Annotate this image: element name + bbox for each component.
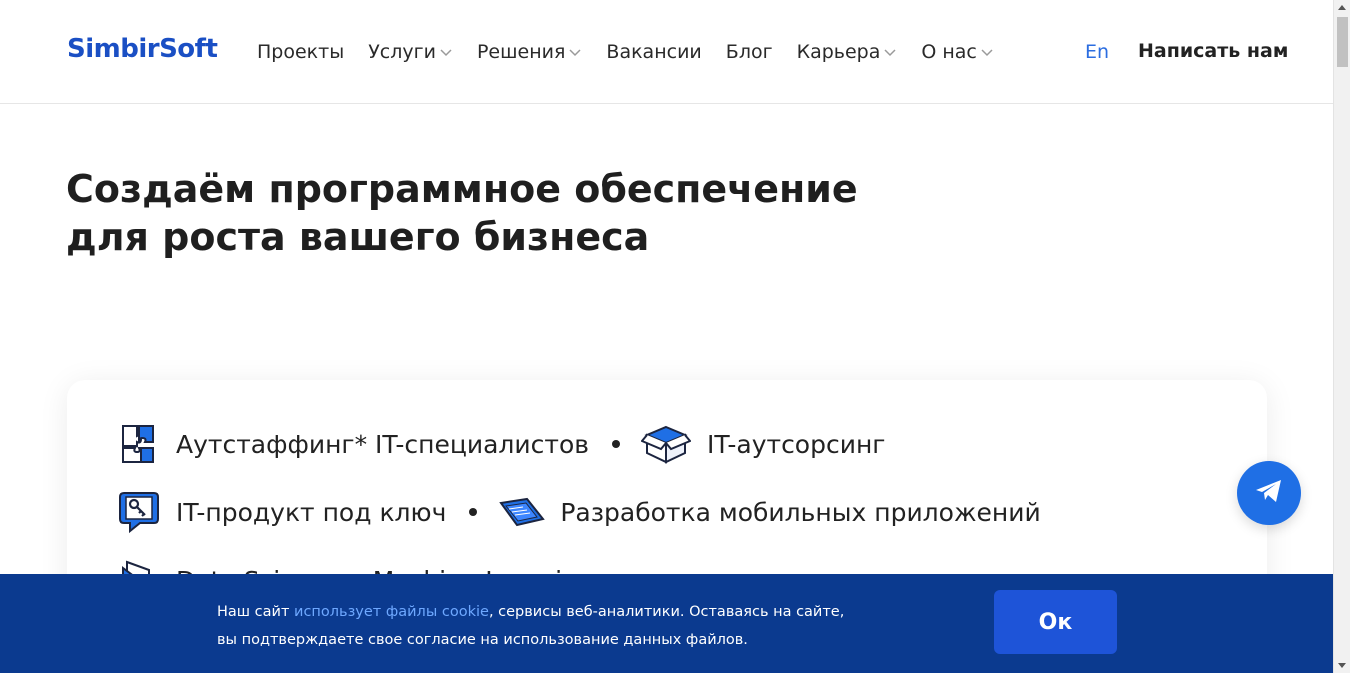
service-label: Разработка мобильных приложений: [560, 497, 1041, 527]
nav-item-label: О нас: [921, 41, 977, 63]
nav-item-about[interactable]: О нас: [921, 41, 994, 63]
scroll-down-arrow-icon[interactable]: [1338, 663, 1346, 668]
nav-item-label: Блог: [725, 41, 773, 63]
nav-item-solutions[interactable]: Решения: [477, 41, 582, 63]
nav-item-career[interactable]: Карьера: [797, 41, 898, 63]
nav-item-label: Вакансии: [606, 41, 702, 63]
cookie-text: Наш сайт использует файлы cookie, сервис…: [217, 598, 917, 654]
nav-item-label: Карьера: [796, 41, 881, 63]
nav-item-label: Проекты: [257, 41, 345, 63]
service-mobile-dev[interactable]: Разработка мобильных приложений: [497, 490, 1041, 534]
contact-us-link[interactable]: Написать нам: [1138, 40, 1288, 62]
cookie-text-end: , сервисы веб-аналитики. Оставаясь на са…: [488, 604, 845, 620]
hero-title-line: Создаём программное обеспечение: [66, 167, 858, 211]
logo[interactable]: SimbirSoft: [67, 34, 218, 64]
cookie-ok-button[interactable]: Ок: [994, 590, 1117, 654]
service-outstaffing[interactable]: Аутстаффинг* IT-специалистов: [117, 422, 589, 466]
nav-item-label: Решения: [476, 41, 566, 63]
phone-icon: [497, 490, 546, 534]
nav-item-services[interactable]: Услуги: [368, 41, 453, 63]
cookie-text-line: вы подтверждаете свое согласие на исполь…: [217, 632, 748, 648]
service-label: IT-продукт под ключ: [176, 497, 447, 527]
telegram-button[interactable]: [1237, 461, 1301, 525]
scrollbar-thumb[interactable]: [1337, 17, 1348, 67]
hero-title-line: для роста вашего бизнеса: [66, 215, 650, 259]
box-icon: [640, 422, 692, 466]
cookie-text-line: Наш сайт использует файлы cookie, сервис…: [217, 598, 917, 626]
service-label: Аутстаффинг* IT-специалистов: [176, 429, 590, 459]
chevron-down-icon: [883, 45, 897, 59]
nav-item-label: Услуги: [368, 41, 436, 63]
service-label: IT-аутсорсинг: [707, 429, 886, 459]
chevron-down-icon: [980, 45, 994, 59]
main-nav: Проекты Услуги Решения Вакансии Блог Кар…: [257, 41, 1018, 63]
telegram-icon: [1254, 478, 1284, 508]
cookie-banner: Наш сайт использует файлы cookie, сервис…: [0, 574, 1333, 673]
separator-dot: [612, 440, 621, 448]
cookie-policy-link[interactable]: использует файлы cookie: [294, 604, 489, 620]
service-turnkey[interactable]: IT-продукт под ключ: [117, 490, 446, 534]
cookie-text-start: Наш сайт: [217, 604, 295, 620]
service-outsourcing[interactable]: IT-аутсорсинг: [640, 422, 885, 466]
site-header: SimbirSoft Проекты Услуги Решения Ваканс…: [0, 0, 1333, 104]
hero-title: Создаём программное обеспечение для рост…: [66, 165, 966, 261]
page: SimbirSoft Проекты Услуги Решения Ваканс…: [0, 0, 1350, 673]
scrollbar[interactable]: [1333, 0, 1350, 673]
nav-item-blog[interactable]: Блог: [726, 41, 773, 63]
nav-item-projects[interactable]: Проекты: [257, 41, 344, 63]
language-switch[interactable]: En: [1085, 41, 1109, 63]
key-chat-icon: [117, 490, 161, 534]
chevron-down-icon: [439, 45, 453, 59]
scroll-up-arrow-icon[interactable]: [1338, 5, 1346, 10]
services-row: Аутстаффинг* IT-специалистов IT-аутсорси…: [117, 422, 885, 466]
separator-dot: [469, 508, 478, 516]
chevron-down-icon: [568, 45, 582, 59]
puzzle-icon: [117, 422, 161, 466]
nav-item-vacancies[interactable]: Вакансии: [606, 41, 701, 63]
services-row: IT-продукт под ключ Разработка мобильных…: [117, 490, 1041, 534]
